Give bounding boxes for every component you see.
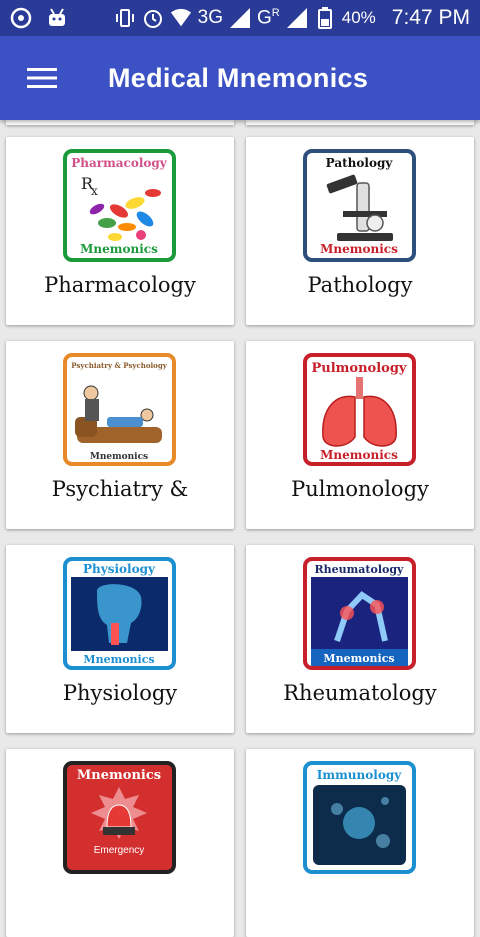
status-bar: 3G GR 40% 7:47 PM: [0, 0, 480, 36]
page-title: Medical Mnemonics: [108, 62, 369, 93]
svg-text:Mnemonics: Mnemonics: [320, 448, 398, 462]
android-icon: [46, 7, 68, 29]
pharmacology-thumbnail: Pharmacology R x Mnemonics: [63, 149, 176, 262]
vibrate-icon: [114, 7, 136, 29]
physiology-thumbnail: Physiology Mnemonics: [63, 557, 176, 670]
card-physiology[interactable]: Physiology Mnemonics Physiology: [6, 545, 234, 733]
card-peek: [6, 120, 234, 125]
battery-icon: [314, 7, 336, 29]
card-pharmacology[interactable]: Pharmacology R x Mnemonics Pharmacology: [6, 137, 234, 325]
rheumatology-thumbnail: Rheumatology Mnemonics: [303, 557, 416, 670]
signal-icon: [229, 7, 251, 29]
card-psychiatry[interactable]: Psychiatry & Psychology Mnemonics Psychi…: [6, 341, 234, 529]
card-label: Pathology: [307, 273, 413, 297]
svg-text:Mnemonics: Mnemonics: [90, 452, 148, 462]
card-pathology[interactable]: Pathology Mnemonics Pathology: [246, 137, 474, 325]
psychiatry-thumbnail: Psychiatry & Psychology Mnemonics: [63, 353, 176, 466]
card-label: Pharmacology: [44, 273, 196, 297]
svg-text:Immunology: Immunology: [317, 768, 402, 782]
svg-text:Emergency: Emergency: [94, 845, 145, 856]
menu-button[interactable]: [0, 36, 84, 120]
network-type: 3G: [197, 7, 224, 28]
battery-percent: 40%: [341, 8, 376, 27]
immunology-thumbnail: Immunology: [303, 761, 416, 874]
emergency-thumbnail: Mnemonics Emergency: [63, 761, 176, 874]
clock: 7:47 PM: [391, 6, 470, 29]
signal-icon-2: [286, 7, 308, 29]
svg-text:Mnemonics: Mnemonics: [77, 768, 161, 783]
svg-text:Mnemonics: Mnemonics: [323, 652, 394, 665]
card-peek: [246, 120, 474, 125]
svg-text:Psychiatry & Psychology: Psychiatry & Psychology: [71, 361, 168, 370]
svg-text:Pulmonology: Pulmonology: [312, 361, 407, 376]
wifi-icon: [170, 7, 192, 29]
alarm-icon: [142, 7, 164, 29]
svg-text:Mnemonics: Mnemonics: [320, 242, 398, 256]
notification-icon: [10, 7, 32, 29]
card-label: Physiology: [62, 681, 178, 705]
card-label: Psychiatry &: [51, 477, 189, 501]
app-bar: Medical Mnemonics: [0, 36, 480, 120]
svg-text:x: x: [91, 184, 98, 198]
card-emergency[interactable]: Mnemonics Emergency: [6, 749, 234, 937]
pathology-thumbnail: Pathology Mnemonics: [303, 149, 416, 262]
card-label: Pulmonology: [291, 477, 429, 501]
card-label: Rheumatology: [283, 681, 437, 705]
svg-text:Pharmacology: Pharmacology: [71, 156, 168, 170]
svg-text:Pathology: Pathology: [326, 156, 394, 170]
network-type-2: GR: [257, 6, 280, 29]
card-pulmonology[interactable]: Pulmonology Mnemonics Pulmonology: [246, 341, 474, 529]
card-immunology[interactable]: Immunology: [246, 749, 474, 937]
svg-text:Rheumatology: Rheumatology: [315, 563, 405, 576]
hamburger-icon: [27, 68, 57, 88]
svg-text:Physiology: Physiology: [83, 562, 156, 576]
svg-text:Mnemonics: Mnemonics: [83, 653, 154, 666]
svg-text:Mnemonics: Mnemonics: [80, 242, 158, 256]
pulmonology-thumbnail: Pulmonology Mnemonics: [303, 353, 416, 466]
card-rheumatology[interactable]: Rheumatology Mnemonics Rheumatology: [246, 545, 474, 733]
